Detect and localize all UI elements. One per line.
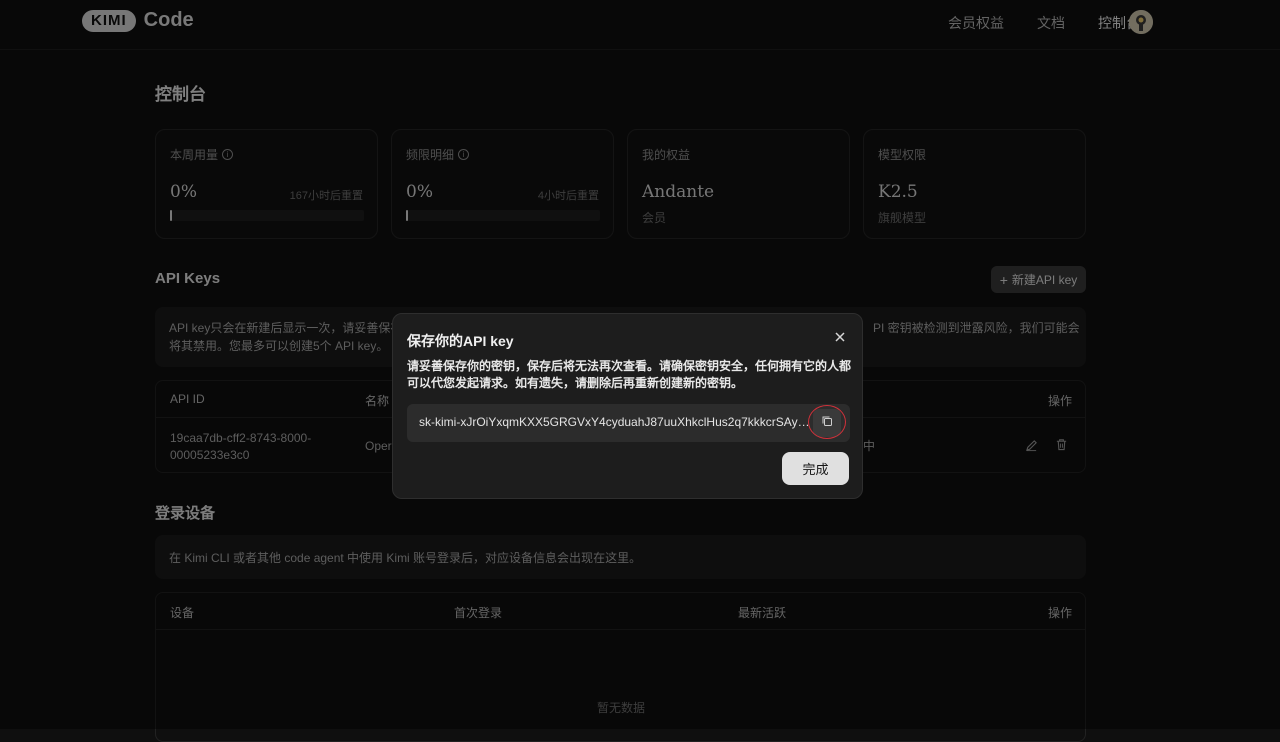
close-icon[interactable] [833,330,849,346]
api-key-field[interactable]: sk-kimi-xJrOiYxqmKXX5GRGVxY4cyduahJ87uuX… [407,404,850,442]
highlight-ring [808,405,846,439]
dialog-title: 保存你的API key [407,333,514,349]
dialog-message: 请妥善保存你的密钥，保存后将无法再次查看。请确保密钥安全，任何拥有它的人都可以代… [407,359,852,390]
save-api-key-dialog: 保存你的API key 请妥善保存你的密钥，保存后将无法再次查看。请确保密钥安全… [392,313,863,499]
done-button[interactable]: 完成 [782,452,849,485]
api-key-value[interactable]: sk-kimi-xJrOiYxqmKXX5GRGVxY4cyduahJ87uuX… [419,415,815,429]
